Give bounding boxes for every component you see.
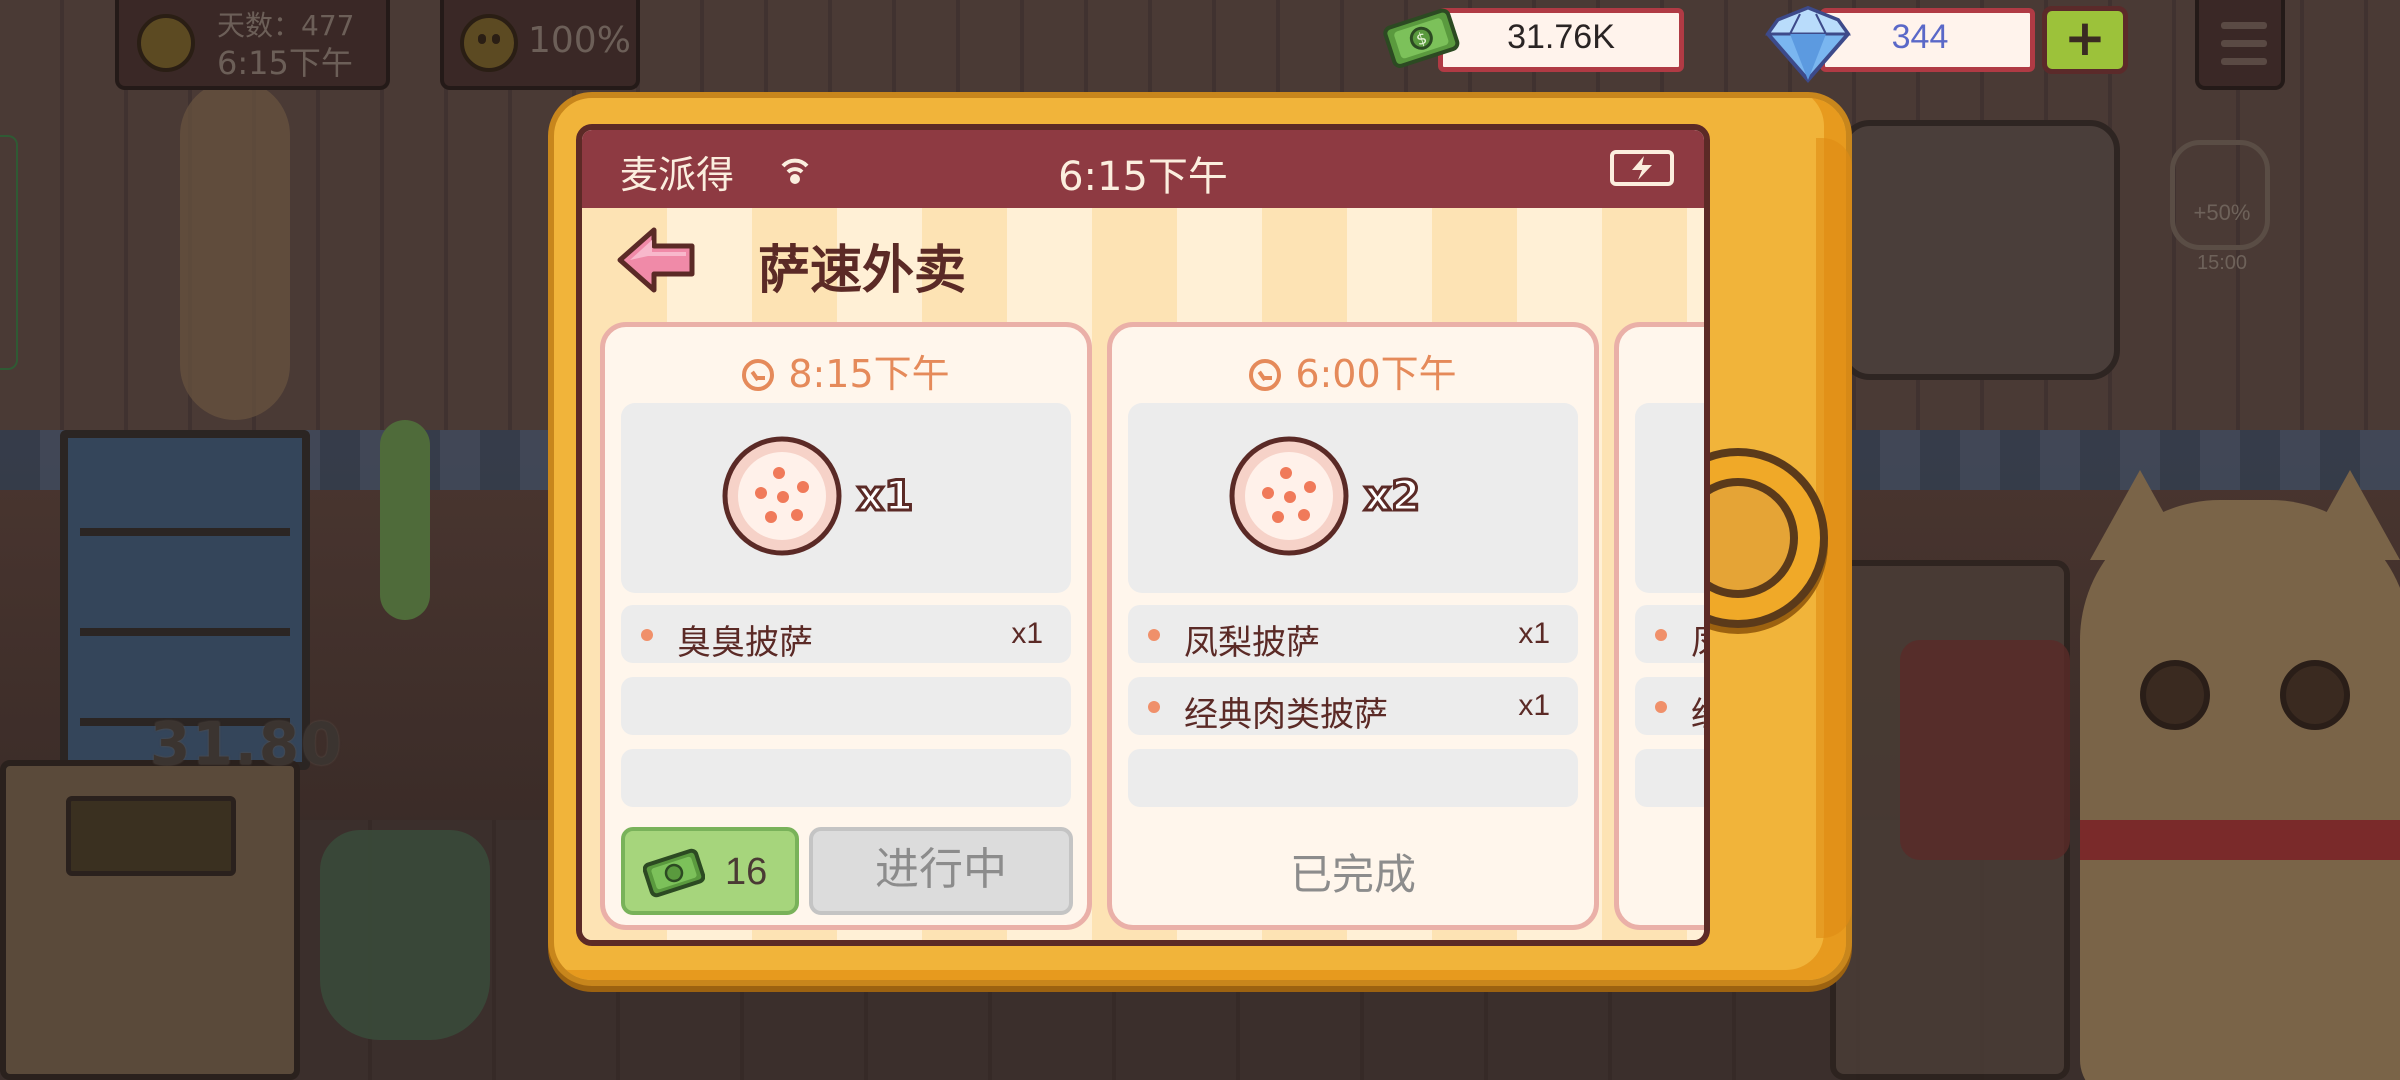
order-item-empty xyxy=(621,749,1071,807)
tip-jar[interactable] xyxy=(2170,140,2270,250)
bullet-icon xyxy=(1655,701,1667,713)
phone-screen: 麦派得 6:15下午 萨速外卖 8:15下午 x1 臭臭披萨 x1 16 进行中… xyxy=(576,124,1710,946)
satisfaction-percent: 100% xyxy=(528,20,631,61)
item-name: 经典肉类披萨 xyxy=(1184,695,1388,735)
reward-amount: 16 xyxy=(725,851,768,893)
order-preview: x2 xyxy=(1128,403,1578,593)
smiley-face-icon xyxy=(460,14,518,72)
order-item: 经 xyxy=(1635,677,1704,736)
app-header: 萨速外卖 xyxy=(582,208,1704,312)
satisfaction-panel: 100% xyxy=(440,0,640,90)
item-name: 经 xyxy=(1691,687,1704,736)
tip-jar-timer: 15:00 xyxy=(2196,252,2248,274)
menu-board xyxy=(1840,120,2120,380)
order-deadline: 8:15下午 xyxy=(605,343,1087,398)
item-qty: x1 xyxy=(1518,617,1550,650)
app-title: 萨速外卖 xyxy=(758,241,967,301)
order-item: 臭臭披萨 x1 xyxy=(621,605,1071,663)
menu-icon xyxy=(2221,22,2267,29)
counter-price-text: 31.80 xyxy=(150,710,344,778)
cactus-decoration xyxy=(380,420,430,620)
money-counter: 31.76K $ xyxy=(1378,0,1690,80)
order-card[interactable]: 8:15下午 x1 臭臭披萨 x1 16 进行中 xyxy=(600,322,1092,930)
gem-counter: 344 + xyxy=(1760,0,2130,84)
item-qty: x1 xyxy=(1011,617,1043,650)
order-preview xyxy=(1635,403,1704,593)
money-value: 31.76K xyxy=(1507,18,1615,56)
pizza-icon xyxy=(1229,436,1349,556)
chair xyxy=(1900,640,2070,860)
add-gems-button[interactable]: + xyxy=(2042,6,2128,74)
reward-badge: 16 xyxy=(621,827,799,915)
clock-icon xyxy=(1249,359,1282,391)
day-time-panel: 天数：477 6:15下午 xyxy=(115,0,390,90)
order-deadline: 6:00下午 xyxy=(1112,343,1594,398)
diamond-icon xyxy=(1765,5,1851,84)
order-item-empty xyxy=(621,677,1071,735)
bullet-icon xyxy=(1148,629,1160,641)
back-arrow-icon[interactable] xyxy=(616,224,698,294)
battery-charging-icon xyxy=(1610,150,1674,186)
order-card[interactable]: 6:00下午 x2 凤梨披萨 x1 经典肉类披萨 x1 已完成 xyxy=(1107,322,1599,930)
cash-icon: $ xyxy=(1383,8,1460,68)
phone-clock: 6:15下午 xyxy=(1058,154,1228,200)
flower-vase xyxy=(320,830,490,1040)
cash-register xyxy=(0,760,300,1080)
bullet-icon xyxy=(1655,629,1667,641)
menu-button[interactable] xyxy=(2195,0,2285,90)
completed-label: 已完成 xyxy=(1289,850,1416,899)
item-name: 臭臭披萨 xyxy=(677,623,813,663)
order-item: 凤梨披萨 x1 xyxy=(1128,605,1578,663)
phone-status-bar: 麦派得 6:15下午 xyxy=(582,130,1704,208)
order-item-empty xyxy=(1128,749,1578,807)
sun-icon xyxy=(137,14,195,72)
pizza-icon xyxy=(722,436,842,556)
game-clock: 6:15下午 xyxy=(217,44,353,82)
item-name: 凤梨披萨 xyxy=(1184,623,1320,663)
order-item-empty xyxy=(1635,749,1704,807)
surfboard-decoration xyxy=(180,80,290,420)
in-progress-button[interactable]: 进行中 xyxy=(809,827,1073,915)
bullet-icon xyxy=(641,629,653,641)
order-list[interactable]: 8:15下午 x1 臭臭披萨 x1 16 进行中 6:00下午 x2 凤梨披萨 … xyxy=(582,312,1704,940)
bullet-icon xyxy=(1148,701,1160,713)
pizza-quantity: x1 xyxy=(855,470,914,522)
order-preview: x1 xyxy=(621,403,1071,593)
side-panel-tab[interactable] xyxy=(0,135,18,370)
item-name: 凤 xyxy=(1691,615,1704,664)
order-item: 经典肉类披萨 x1 xyxy=(1128,677,1578,735)
cash-icon xyxy=(643,848,705,898)
item-qty: x1 xyxy=(1518,689,1550,722)
clock-icon xyxy=(742,359,775,391)
pizza-quantity: x2 xyxy=(1362,470,1421,522)
order-item: 凤 xyxy=(1635,605,1704,664)
order-card[interactable]: 凤 经 xyxy=(1614,322,1704,930)
tip-jar-bonus: +50% xyxy=(2193,200,2251,225)
lucky-cat-statue xyxy=(2080,470,2400,1080)
